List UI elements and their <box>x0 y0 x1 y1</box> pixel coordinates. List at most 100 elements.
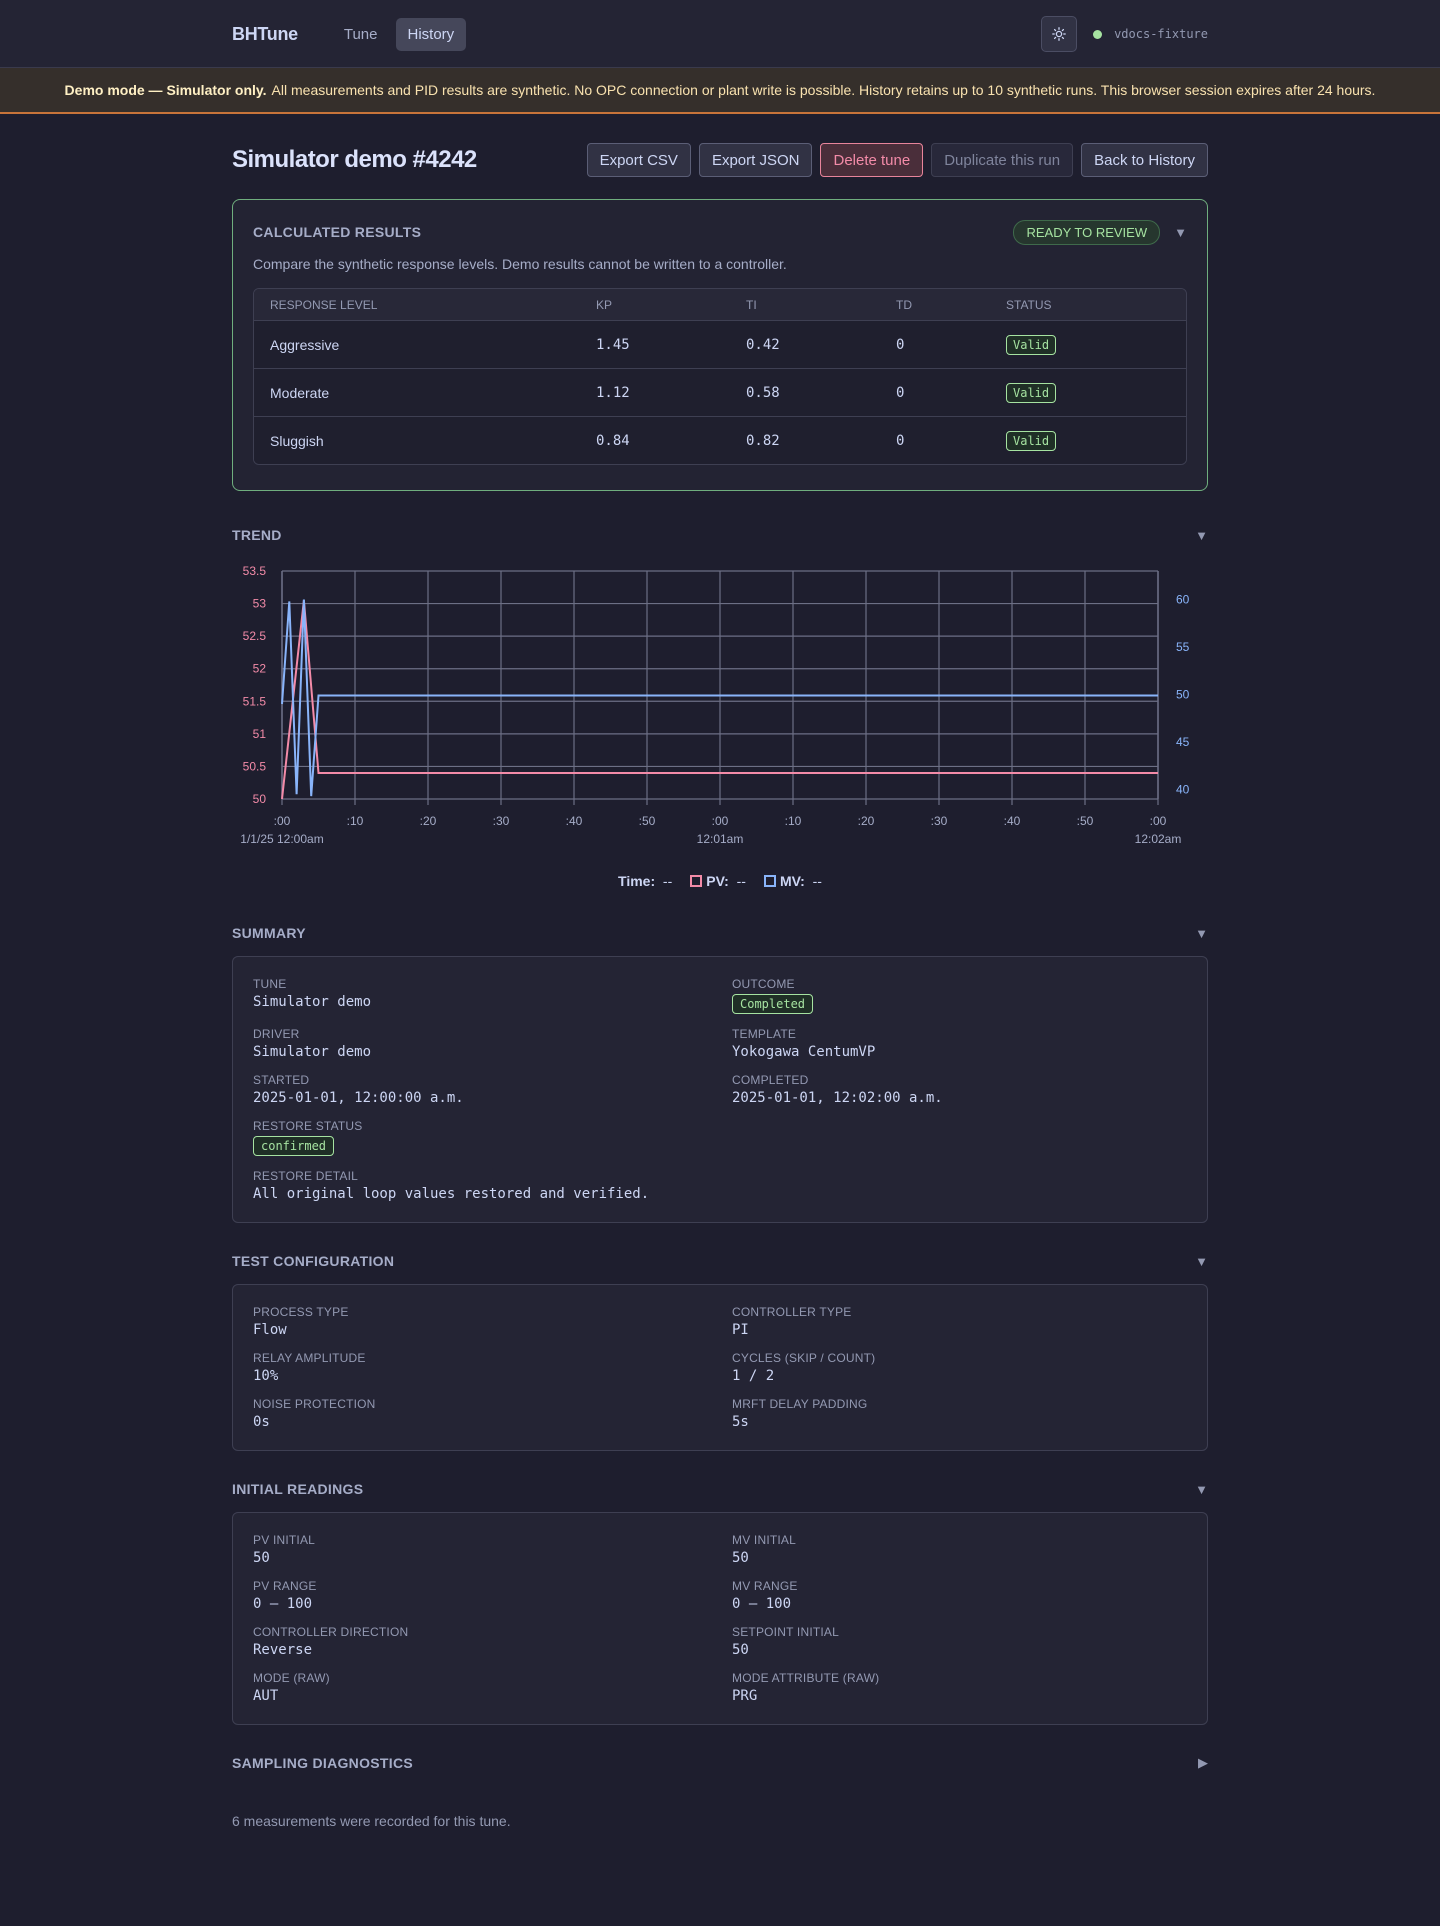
field-label: CONTROLLER TYPE <box>732 1305 852 1319</box>
started-value: 2025-01-01, 12:00:00 a.m. <box>253 1090 464 1106</box>
brand-logo[interactable]: BHTune <box>232 24 298 45</box>
delete-tune-button[interactable]: Delete tune <box>820 143 924 177</box>
y-left-tick-label: 52.5 <box>243 629 267 643</box>
status-badge: Valid <box>1006 334 1057 355</box>
initial-readings-section-header[interactable]: INITIAL READINGS ▼ <box>232 1479 1208 1499</box>
mode-raw-value: AUT <box>253 1688 279 1704</box>
field-label: TUNE <box>253 977 287 991</box>
environment-label: vdocs-fixture <box>1114 27 1208 41</box>
ti-value: 0.42 <box>746 336 780 353</box>
y-left-tick-label: 53 <box>253 597 267 611</box>
relay-amplitude-value: 10% <box>253 1368 279 1384</box>
column-header: TI <box>746 297 757 312</box>
summary-section-header[interactable]: SUMMARY ▼ <box>232 923 1208 943</box>
field-label: NOISE PROTECTION <box>253 1397 376 1411</box>
nav-link-history[interactable]: History <box>395 17 467 51</box>
test-config-section-header[interactable]: TEST CONFIGURATION ▼ <box>232 1251 1208 1271</box>
calculated-results-card: CALCULATED RESULTS READY TO REVIEW ▼ Com… <box>232 199 1208 491</box>
ti-value: 0.58 <box>746 384 780 401</box>
y-right-tick-label: 60 <box>1176 593 1190 607</box>
page-title: Simulator demo #4242 <box>232 146 477 173</box>
y-left-tick-label: 50 <box>253 792 267 806</box>
td-value: 0 <box>896 336 905 353</box>
test-config-card: PROCESS TYPE Flow CONTROLLER TYPE PI RELAY… <box>232 1284 1208 1451</box>
results-subtitle: Compare the synthetic response levels. D… <box>253 256 787 272</box>
kp-value: 0.84 <box>596 432 630 449</box>
duplicate-run-button: Duplicate this run <box>931 143 1074 177</box>
y-left-tick-label: 51.5 <box>243 694 267 708</box>
collapse-results-icon[interactable]: ▼ <box>1174 225 1187 240</box>
response-level: Sluggish <box>270 432 324 449</box>
expand-diagnostics-icon[interactable]: ▶ <box>1198 1755 1208 1771</box>
initial-readings-card: PV INITIAL 50 MV INITIAL 50 PV RANGE 0 – 10… <box>232 1512 1208 1725</box>
response-level: Aggressive <box>270 336 340 353</box>
collapse-initial-readings-icon[interactable]: ▼ <box>1195 1482 1208 1497</box>
table-row: Moderate 1.12 0.58 0 Valid <box>254 368 1186 416</box>
field-label: OUTCOME <box>732 977 795 991</box>
table-header-row: RESPONSE LEVEL KP TI TD STATUS <box>254 289 1186 320</box>
driver-value: Simulator demo <box>253 1044 372 1060</box>
mv-initial-value: 50 <box>732 1550 749 1566</box>
measurements-note: 6 measurements were recorded for this tu… <box>232 1813 511 1829</box>
trend-chart-svg[interactable]: :00:10:20:30:40:50:00:10:20:30:40:50:00 1… <box>232 559 1208 879</box>
demo-mode-banner: Demo mode — Simulator only. All measurem… <box>0 68 1440 114</box>
y-left-tick-label: 53.5 <box>243 564 267 578</box>
sampling-diagnostics-section-header[interactable]: SAMPLING DIAGNOSTICS ▶ <box>232 1753 1208 1773</box>
collapse-summary-icon[interactable]: ▼ <box>1195 926 1208 941</box>
nav-link-tune[interactable]: Tune <box>332 18 390 51</box>
test-config-title: TEST CONFIGURATION <box>232 1253 395 1269</box>
field-label: COMPLETED <box>732 1073 809 1087</box>
controller-direction-value: Reverse <box>253 1642 313 1658</box>
collapse-trend-icon[interactable]: ▼ <box>1195 528 1208 543</box>
export-json-button[interactable]: Export JSON <box>698 143 813 177</box>
y-left-tick-label: 50.5 <box>243 759 267 773</box>
restore-detail-value: All original loop values restored and ve… <box>253 1186 650 1202</box>
x-tick-label: :20 <box>858 814 875 828</box>
field-label: MV INITIAL <box>732 1533 797 1547</box>
y-left-tick-label: 51 <box>253 727 267 741</box>
x-time-label: 12:02am <box>1135 832 1182 846</box>
field-label: RESTORE DETAIL <box>253 1169 359 1183</box>
table-row: Sluggish 0.84 0.82 0 Valid <box>254 416 1186 464</box>
collapse-test-config-icon[interactable]: ▼ <box>1195 1254 1208 1269</box>
ready-to-review-badge: READY TO REVIEW <box>1013 219 1161 245</box>
td-value: 0 <box>896 432 905 449</box>
results-table: RESPONSE LEVEL KP TI TD STATUS Aggressiv… <box>253 288 1187 465</box>
sun-icon <box>1052 27 1066 41</box>
y-left-tick-label: 52 <box>253 662 267 676</box>
field-label: TEMPLATE <box>732 1027 797 1041</box>
noise-protection-value: 0s <box>253 1414 270 1430</box>
kp-value: 1.45 <box>596 336 630 353</box>
summary-title: SUMMARY <box>232 925 306 941</box>
mode-attribute-value: PRG <box>732 1688 758 1704</box>
pv-range-value: 0 – 100 <box>253 1596 313 1612</box>
process-type-value: Flow <box>253 1322 287 1338</box>
trend-title: TREND <box>232 527 282 543</box>
export-csv-button[interactable]: Export CSV <box>586 143 691 177</box>
ti-value: 0.82 <box>746 432 780 449</box>
column-header: STATUS <box>1006 297 1052 312</box>
controller-type-value: PI <box>732 1322 749 1338</box>
banner-text: All measurements and PID results are syn… <box>271 82 1376 98</box>
kp-value: 1.12 <box>596 384 630 401</box>
x-tick-label: :20 <box>420 814 437 828</box>
outcome-badge: Completed <box>732 994 814 1014</box>
theme-toggle-button[interactable] <box>1041 16 1078 52</box>
back-to-history-button[interactable]: Back to History <box>1081 143 1208 177</box>
x-tick-label: :10 <box>785 814 802 828</box>
field-label: RELAY AMPLITUDE <box>253 1351 366 1365</box>
trend-section-header[interactable]: TREND ▼ <box>232 525 1208 545</box>
setpoint-initial-value: 50 <box>732 1642 749 1658</box>
field-label: MODE (RAW) <box>253 1671 330 1685</box>
pv-initial-value: 50 <box>253 1550 270 1566</box>
x-tick-label: :30 <box>931 814 948 828</box>
trend-chart: :00:10:20:30:40:50:00:10:20:30:40:50:00 1… <box>232 559 1208 899</box>
x-tick-label: :00 <box>274 814 291 828</box>
completed-value: 2025-01-01, 12:02:00 a.m. <box>732 1090 943 1106</box>
column-header: KP <box>596 297 613 312</box>
y-right-tick-label: 45 <box>1176 735 1190 749</box>
y-right-tick-label: 50 <box>1176 688 1190 702</box>
x-time-label: 12:01am <box>697 832 744 846</box>
x-tick-label: :40 <box>566 814 583 828</box>
results-title: CALCULATED RESULTS <box>253 224 422 240</box>
